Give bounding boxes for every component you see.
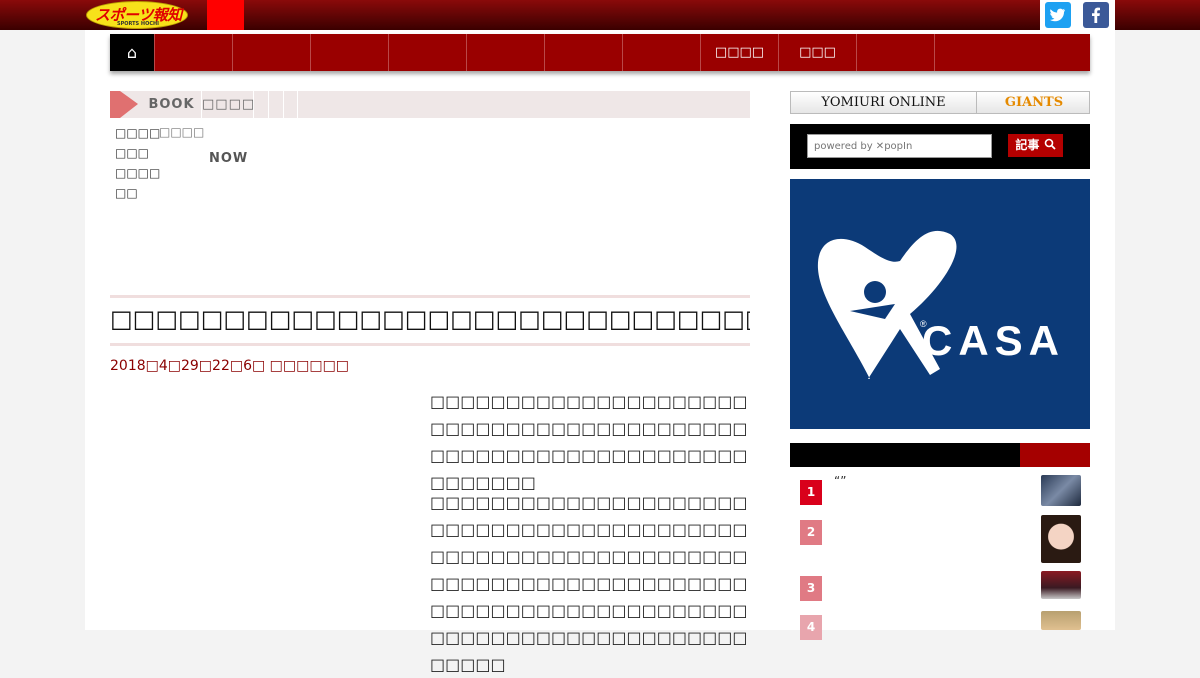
title-divider-bottom [110,343,750,346]
subcat-5[interactable]: □□□□ [159,125,204,139]
casa-logo-icon: ® CASA [817,230,1065,379]
subcat-2[interactable]: □□□ [115,146,149,160]
nav-item-2[interactable] [232,34,310,71]
social-links [1040,0,1115,30]
search-button-label: 記事 [1015,138,1040,152]
rank-badge-2: 2 [800,520,822,545]
ranking-thumb-2[interactable] [1041,515,1081,563]
ranking-thumb-1[interactable] [1041,475,1081,506]
ranking-item-text-1[interactable]: “” [834,474,846,488]
title-divider-top [110,295,750,298]
tab-category-4[interactable] [269,91,284,118]
crumb-arrow-body [110,91,120,118]
logo-subtext: SPORTS HOCHI [117,21,160,27]
nav-item-7[interactable] [622,34,700,71]
facebook-icon[interactable] [1083,2,1109,28]
giants-link[interactable]: GIANTS [978,92,1090,113]
article-paragraph-1: □□□□□□□□□□□□□□□□□□□□□□□□□□□□□□□□□□□□□□□□… [430,392,748,492]
ranking-header [790,443,1090,467]
article-paragraph-2: □□□□□□□□□□□□□□□□□□□□□□□□□□□□□□□□□□□□□□□□… [430,493,748,674]
nav-item-6[interactable] [544,34,622,71]
nav-item-1[interactable] [154,34,232,71]
ranking-thumb-4[interactable] [1041,611,1081,630]
subcat-now[interactable]: NOW [209,151,248,166]
search-button[interactable]: 記事 [1008,134,1063,157]
subcat-4[interactable]: □□ [115,186,138,200]
nav-item-8[interactable]: □□□□ [700,34,778,71]
rank-badge-4: 4 [800,615,822,640]
nav-item-10[interactable] [856,34,934,71]
tab-category-3[interactable] [254,91,269,118]
home-icon[interactable]: ⌂ [110,34,154,71]
nav-item-11[interactable] [934,34,1013,71]
nav-item-4[interactable] [388,34,466,71]
ranking-thumb-3[interactable] [1041,571,1081,599]
header-red-block[interactable] [207,0,244,31]
crumb-arrow-icon [120,91,138,118]
subcat-3[interactable]: □□□□ [115,166,160,180]
twitter-icon[interactable] [1045,2,1071,28]
nav-item-3[interactable] [310,34,388,71]
ad-text: CASA [922,317,1065,364]
article-meta: 2018□4□29□22□6□ □□□□□□ [110,358,350,374]
site-logo[interactable]: スポーツ報知 SPORTS HOCHI [86,1,188,29]
tab-book[interactable]: BOOK [142,91,202,118]
yomiuri-online-link[interactable]: YOMIURI ONLINE [791,92,977,113]
casa-ad-banner[interactable]: ® CASA [790,179,1090,429]
category-tabs: BOOK □□□□ [110,91,750,118]
nav-item-9[interactable]: □□□ [778,34,856,71]
ranking-header-accent [1020,443,1090,467]
nav-item-5[interactable] [466,34,544,71]
subcat-1[interactable]: □□□□ [115,126,160,140]
tab-category-5[interactable] [284,91,298,118]
rank-badge-3: 3 [800,576,822,601]
main-nav: ⌂ □□□□ □□□ [110,34,1090,71]
partner-links: YOMIURI ONLINE GIANTS [790,91,1090,114]
rank-badge-1: 1 [800,480,822,505]
search-input[interactable] [807,134,992,158]
search-icon [1044,138,1056,150]
search-box: 記事 [790,124,1090,169]
tab-category-2[interactable]: □□□□ [202,91,254,118]
article-title: □□□□□□□□□□□□□□□□□□□□□□□□□□□□□□□□□□□□□□ [110,305,750,333]
